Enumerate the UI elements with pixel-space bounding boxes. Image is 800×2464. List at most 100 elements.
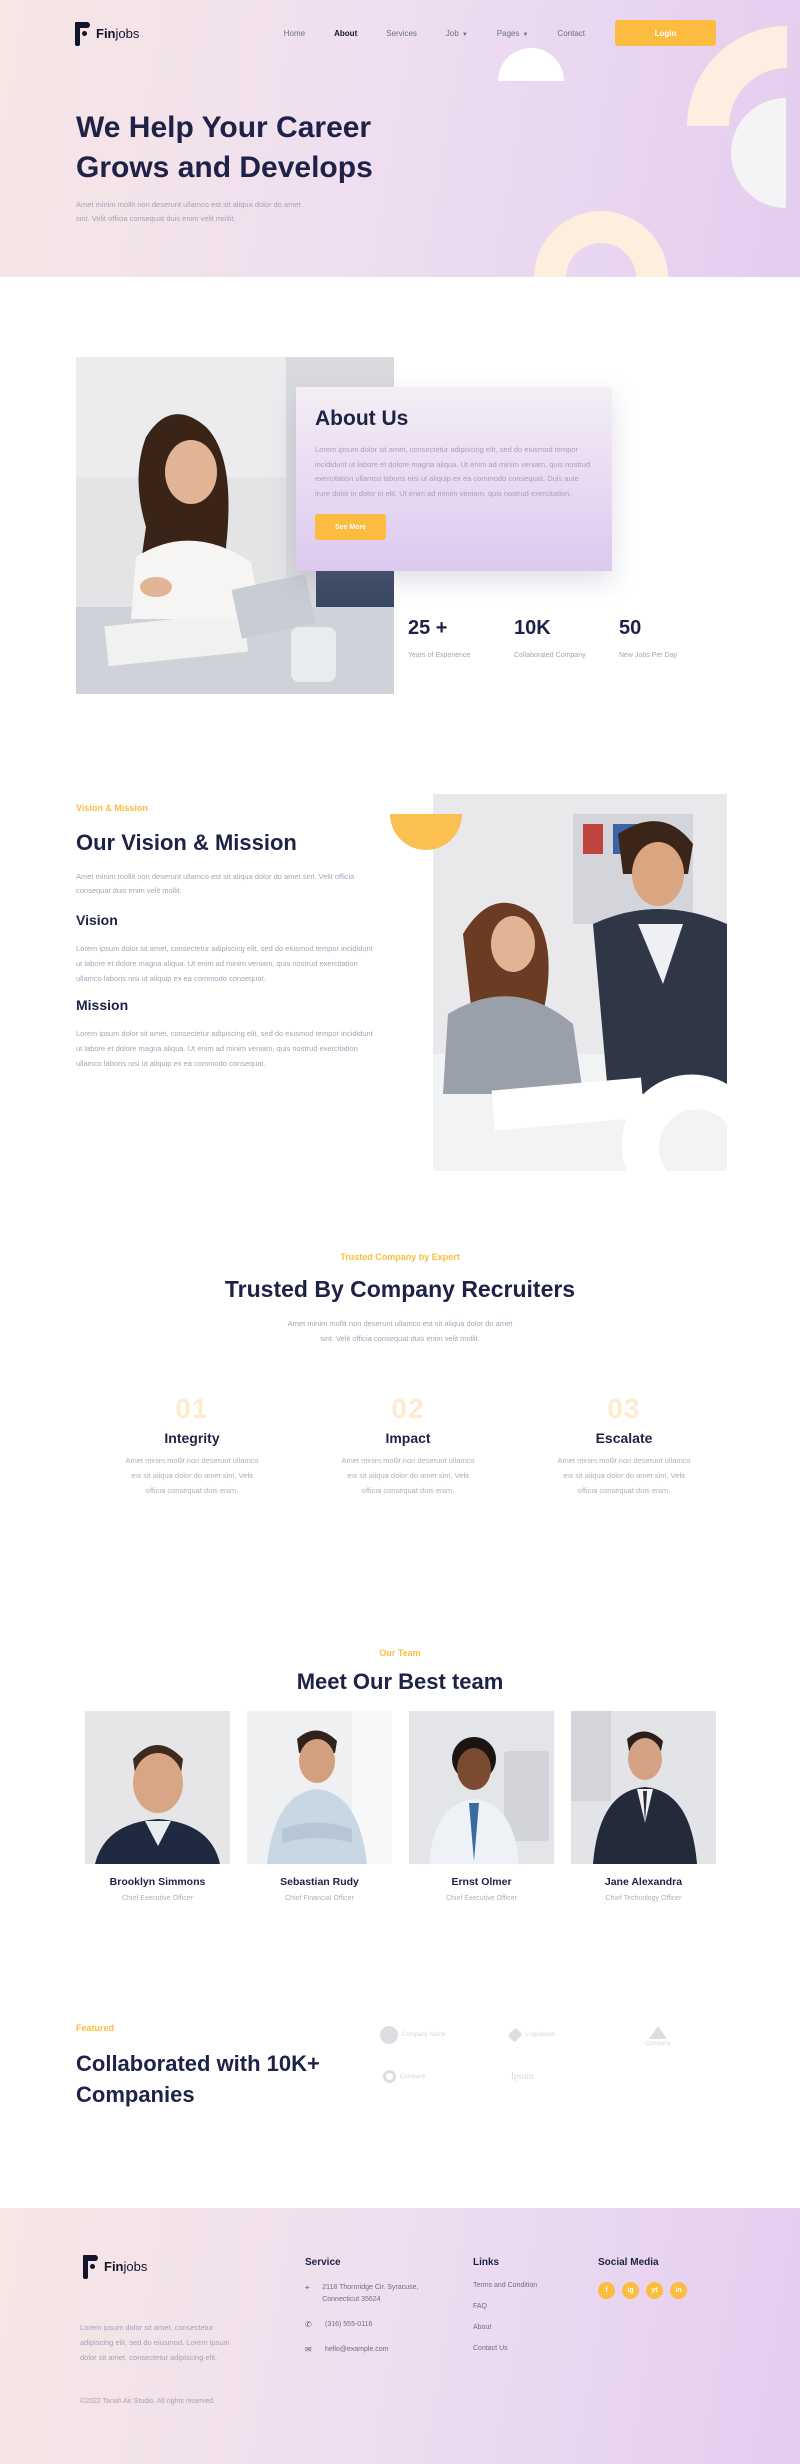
- value-number: 01: [175, 1393, 209, 1424]
- team-member[interactable]: Brooklyn Simmons Chief Executive Officer: [85, 1711, 230, 1902]
- stat-label: Collaborated Company: [514, 652, 586, 659]
- partner-logo-label: Ipsum: [511, 2071, 534, 2081]
- address-text: 2118 Thornridge Cir. Syracuse, Connectic…: [322, 2284, 419, 2303]
- footer-logo[interactable]: Finjobs: [80, 2253, 147, 2279]
- partner-logo-icon: [383, 2070, 396, 2083]
- footer-service-col: Service ⌖ 2118 Thornridge Cir. Syracuse,…: [305, 2257, 435, 2369]
- nav-links: Home About Services Job ▼ Pages ▼ Contact: [284, 29, 585, 38]
- footer-link-faq[interactable]: FAQ: [473, 2303, 537, 2310]
- hero-section: Finjobs Home About Services Job ▼ Pages ▼ …: [0, 0, 800, 277]
- logo-mark-icon: [80, 2253, 100, 2279]
- footer-social-col: Social Media f ig yt in: [598, 2257, 687, 2299]
- hero-title-line2: Grows and Develops: [76, 151, 373, 184]
- mission-title: Mission: [76, 997, 129, 1013]
- vision-eyebrow: Vision & Mission: [76, 803, 148, 813]
- stat-jobs: 50 New Jobs Per Day: [619, 617, 725, 659]
- partner-logo-icon: [648, 2026, 667, 2039]
- trusted-title: Trusted By Company Recruiters: [224, 1276, 576, 1302]
- values-row: 01 Integrity Amet minim mollit non deser…: [84, 1393, 732, 1498]
- team-title: Meet Our Best team: [296, 1669, 504, 1694]
- vision-section-title: Our Vision & Mission: [76, 830, 297, 855]
- value-card: 03 Escalate Amet minim mollit non deseru…: [516, 1393, 732, 1498]
- youtube-icon[interactable]: yt: [646, 2282, 663, 2299]
- decorative-arc: [534, 211, 668, 277]
- see-more-button[interactable]: See More: [315, 514, 386, 540]
- phone-text: (316) 555-0116: [325, 2321, 373, 2328]
- nav-job-label: Job: [445, 28, 459, 38]
- footer-address: ⌖ 2118 Thornridge Cir. Syracuse, Connect…: [305, 2282, 435, 2306]
- linkedin-icon[interactable]: in: [670, 2282, 687, 2299]
- hero-subtitle: Amet minim mollit non deserunt ullamco e…: [76, 200, 301, 223]
- value-card: 02 Impact Amet minim mollit non deserunt…: [300, 1393, 516, 1498]
- vision-title: Vision: [76, 912, 118, 928]
- footer-phone[interactable]: ✆ (316) 555-0116: [305, 2319, 435, 2331]
- value-card: 01 Integrity Amet minim mollit non deser…: [84, 1393, 300, 1498]
- stat-value: 25 +: [408, 617, 448, 639]
- team-member[interactable]: Sebastian Rudy Chief Financial Officer: [247, 1711, 392, 1902]
- partner-logo: Company Name: [380, 2026, 445, 2044]
- email-text: hello@example.com: [325, 2346, 389, 2353]
- facebook-icon[interactable]: f: [598, 2282, 615, 2299]
- member-role: Chief Executive Officer: [445, 1895, 518, 1902]
- brand-logo[interactable]: Finjobs: [72, 20, 139, 46]
- member-role: Chief Executive Officer: [121, 1895, 194, 1902]
- mission-block: Mission Lorem ipsum dolor sit amet, cons…: [76, 997, 376, 1071]
- value-title: Impact: [385, 1430, 431, 1446]
- phone-icon: ✆: [305, 2320, 312, 2329]
- nav-services[interactable]: Services: [386, 29, 417, 38]
- nav-about[interactable]: About: [334, 29, 357, 38]
- stat-companies: 10K Collaborated Company: [514, 617, 619, 659]
- partners-eyebrow: Featured: [76, 2023, 115, 2033]
- stats-row: 25 + Years of Experience 10K Collaborate…: [408, 617, 725, 659]
- hero-title: We Help Your Career Grows and Develops: [76, 108, 373, 188]
- partner-logo: Logoipsum: [507, 2027, 556, 2043]
- footer-links-title: Links: [473, 2257, 500, 2268]
- member-role: Chief Financial Officer: [285, 1895, 354, 1902]
- login-button[interactable]: Login: [615, 20, 716, 46]
- copyright: ©2022 Tanah Air Studio. All rights reser…: [80, 2398, 215, 2405]
- value-title: Escalate: [595, 1430, 653, 1446]
- footer-link-contact[interactable]: Contact Us: [473, 2345, 537, 2352]
- main-nav: Finjobs Home About Services Job ▼ Pages ▼ …: [72, 18, 716, 48]
- member-name: Brooklyn Simmons: [109, 1876, 206, 1888]
- instagram-icon[interactable]: ig: [622, 2282, 639, 2299]
- value-title: Integrity: [164, 1430, 220, 1446]
- mail-icon: ✉: [305, 2345, 312, 2354]
- brand-name: Finjobs: [104, 2258, 148, 2274]
- partner-logo: Company: [383, 2070, 426, 2083]
- nav-job[interactable]: Job ▼: [446, 29, 468, 38]
- chevron-down-icon: ▼: [461, 31, 468, 38]
- logo-mark-icon: [72, 20, 92, 46]
- partners-title: Collaborated with 10K+ Companies: [76, 2051, 320, 2107]
- decorative-half-circle: [498, 48, 564, 81]
- footer-link-about[interactable]: About: [473, 2324, 537, 2331]
- hero-title-line1: We Help Your Career: [76, 111, 372, 144]
- vision-section: Vision & Mission Our Vision & Mission Am…: [0, 747, 800, 1210]
- footer-email[interactable]: ✉ hello@example.com: [305, 2344, 435, 2356]
- stat-label: Years of Experience: [408, 652, 471, 659]
- nav-pages-label: Pages: [496, 28, 520, 38]
- footer-link-terms[interactable]: Terms and Condition: [473, 2282, 537, 2289]
- site-footer: Finjobs Lorem ipsum dolor sit amet, cons…: [0, 2208, 800, 2464]
- team-member[interactable]: Jane Alexandra Chief Technology Officer: [571, 1711, 716, 1902]
- nav-home[interactable]: Home: [284, 29, 305, 38]
- value-text: Amet minim mollit non deserunt ullamco e…: [557, 1456, 691, 1495]
- stat-experience: 25 + Years of Experience: [408, 617, 514, 659]
- team-member[interactable]: Ernst Olmer Chief Executive Officer: [409, 1711, 554, 1902]
- partner-logo-icon: [380, 2026, 398, 2044]
- member-photo: [85, 1711, 230, 1864]
- nav-pages[interactable]: Pages ▼: [497, 29, 529, 38]
- partner-logo-icon: [507, 2027, 523, 2043]
- about-section: About Us Lorem ipsum dolor sit amet, con…: [0, 277, 800, 747]
- chevron-down-icon: ▼: [522, 31, 529, 38]
- value-number: 03: [607, 1393, 641, 1424]
- partner-logo: Ipsum: [511, 2071, 534, 2081]
- about-title: About Us: [315, 407, 409, 430]
- stat-value: 50: [619, 617, 642, 639]
- partner-logo-label: Logoipsum: [526, 2032, 556, 2038]
- trusted-section: Trusted Company by Expert Trusted By Com…: [0, 1210, 800, 1594]
- member-name: Jane Alexandra: [604, 1876, 683, 1888]
- member-role: Chief Technology Officer: [605, 1895, 682, 1902]
- nav-contact[interactable]: Contact: [557, 29, 585, 38]
- footer-service-title: Service: [305, 2257, 341, 2268]
